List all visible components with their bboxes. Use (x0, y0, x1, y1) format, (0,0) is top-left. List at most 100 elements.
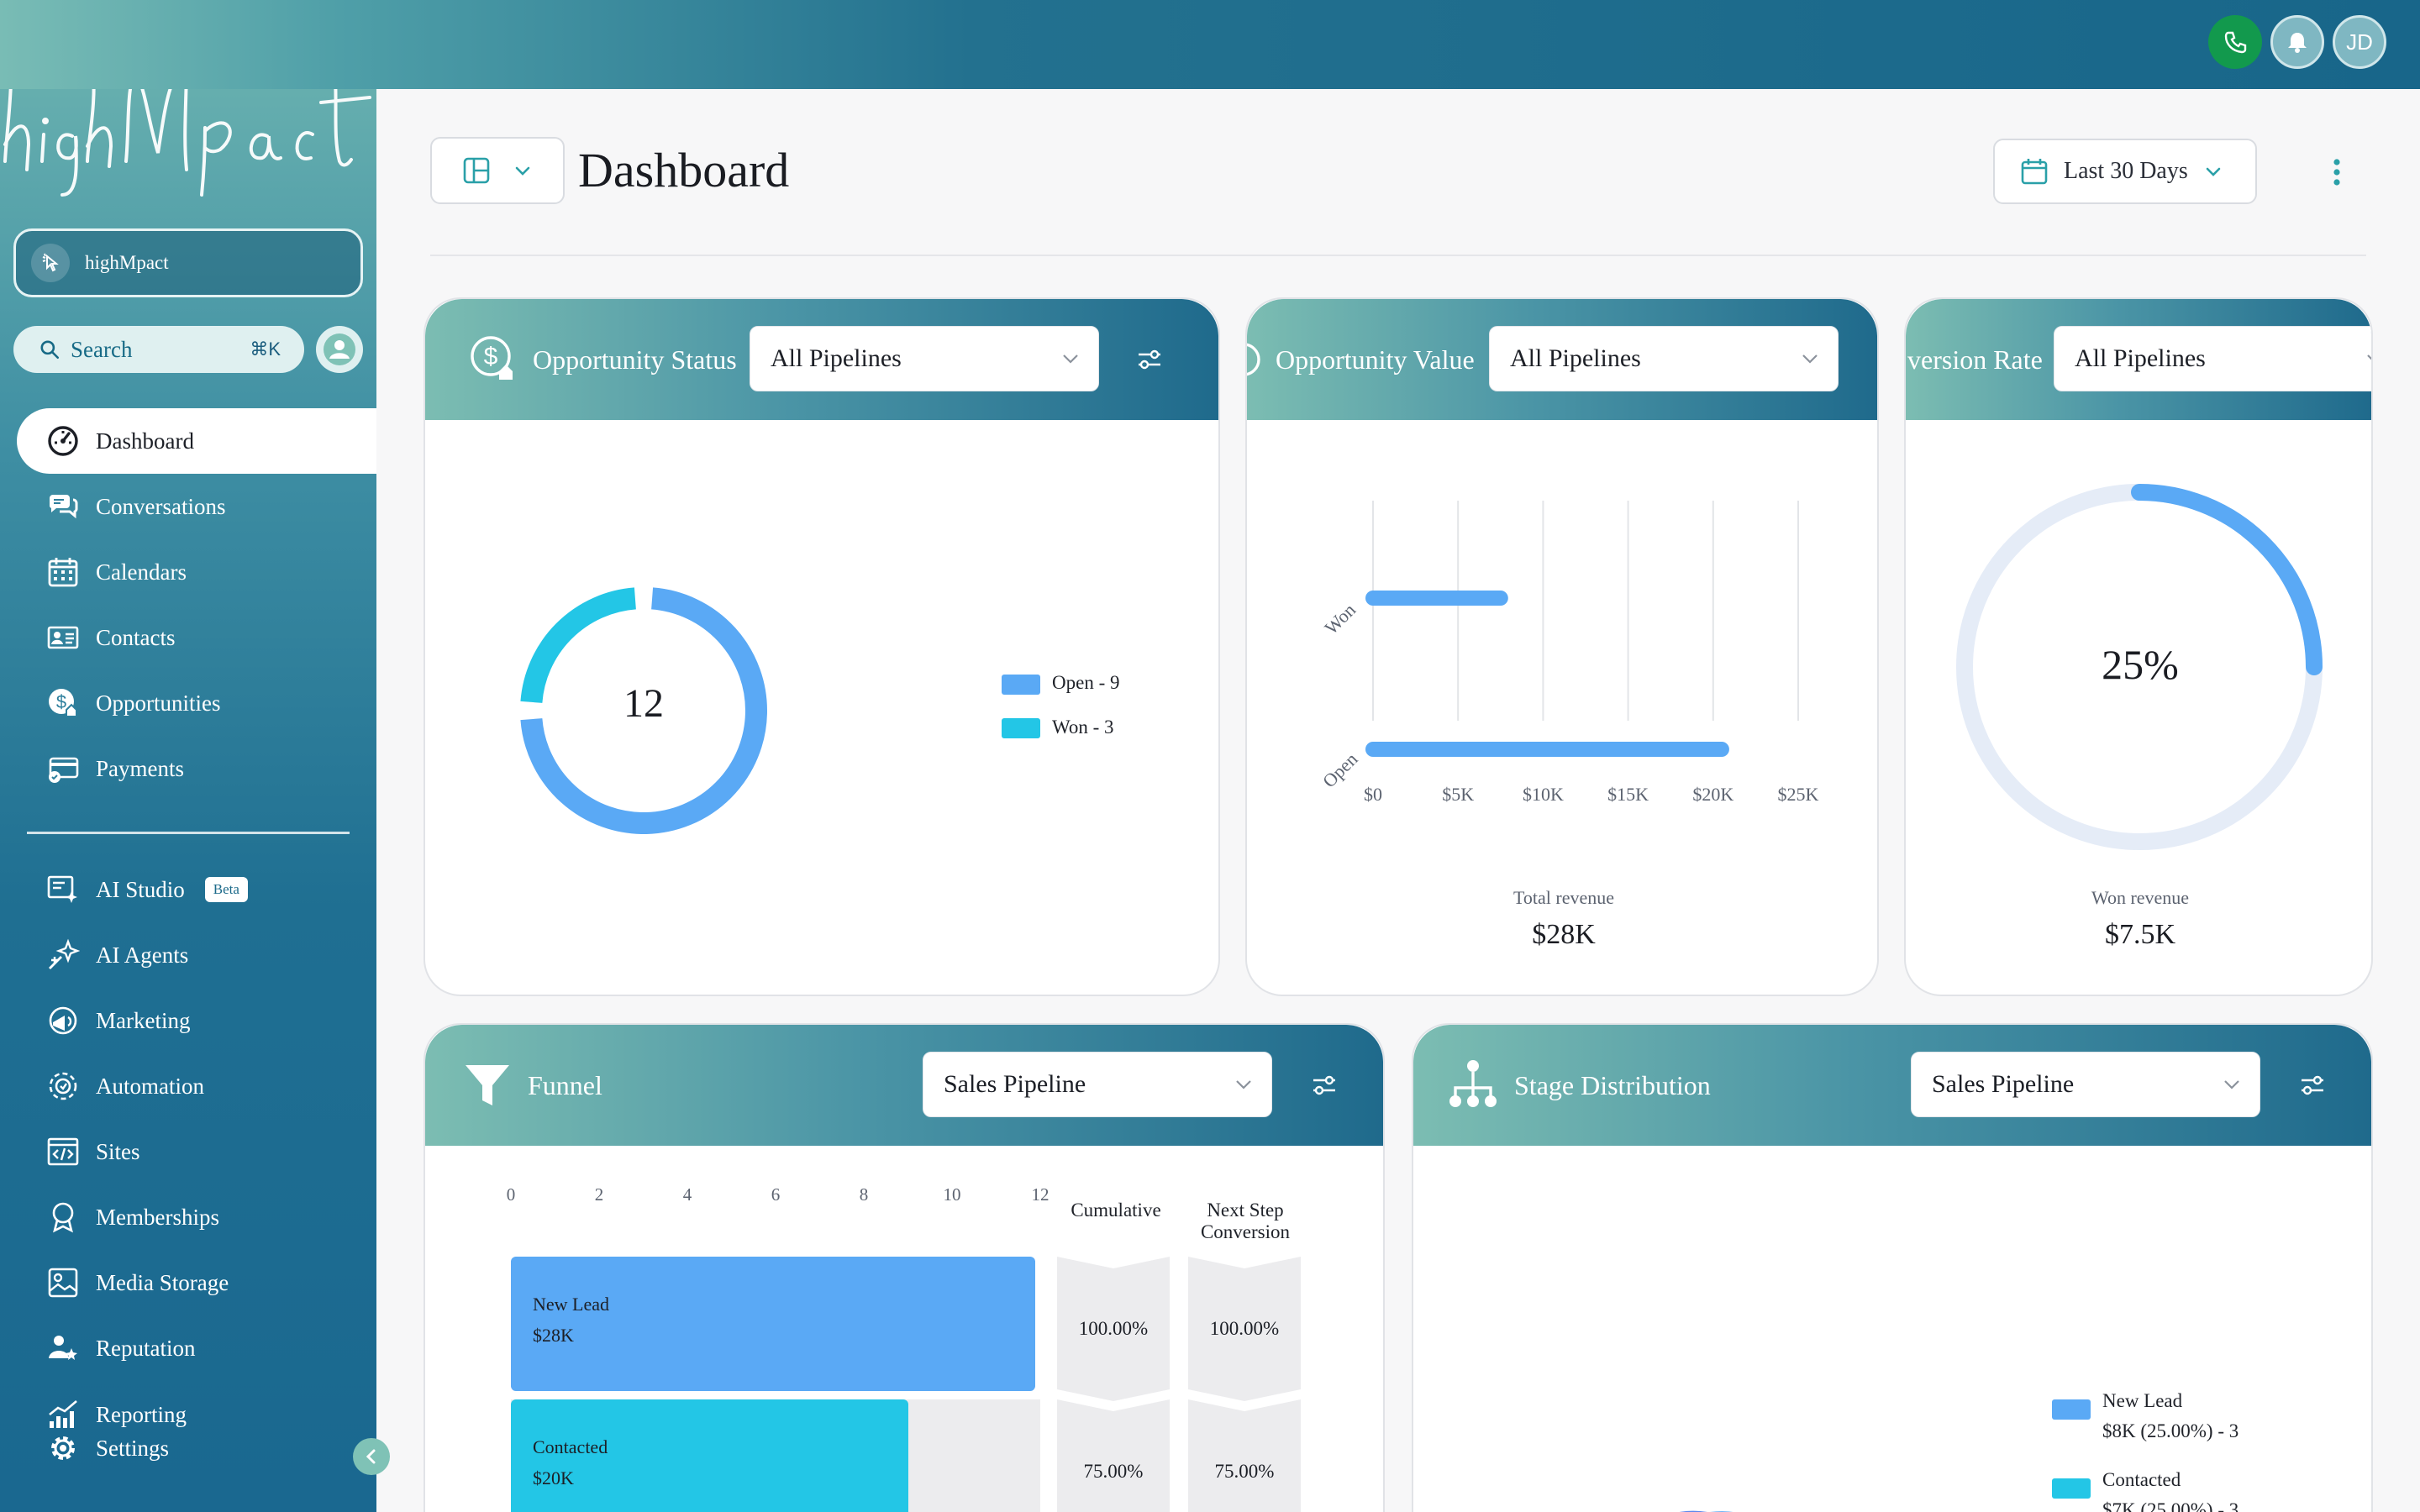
nav-label: Reporting (96, 1401, 187, 1427)
phone-icon (2224, 31, 2247, 54)
donut-total: 12 (623, 681, 664, 726)
next-step-header: Next Step Conversion (1186, 1200, 1304, 1243)
conversion-rate-card: version Rate All Pipelines 25% Won reven… (1904, 297, 2373, 996)
stage-value: $20K (533, 1467, 574, 1488)
contacts-icon (45, 620, 81, 655)
legend-item-contacted: Contacted $7K (25.00%) - 3 (2052, 1465, 2238, 1512)
funnel-axis-tick: 2 (594, 1184, 604, 1205)
nav-item-ai-studio[interactable]: AI Studio Beta (0, 857, 376, 922)
pipeline-select[interactable]: Sales Pipeline (1911, 1052, 2260, 1117)
stage-value: $28K (533, 1325, 574, 1346)
cumulative-cell: 75.00% (1057, 1399, 1170, 1512)
funnel-axis-tick: 10 (943, 1184, 961, 1205)
automation-icon (45, 1068, 81, 1104)
nav-label: Reputation (96, 1335, 196, 1361)
date-range-picker[interactable]: Last 30 Days (1993, 139, 2257, 204)
pipeline-select[interactable]: All Pipelines (1489, 326, 1839, 391)
nav-item-calendars[interactable]: Calendars (0, 539, 376, 605)
nav-item-payments[interactable]: Payments (0, 736, 376, 801)
chevron-down-icon (2224, 1080, 2239, 1089)
layout-switcher[interactable] (430, 137, 565, 204)
more-options-icon[interactable] (2324, 155, 2349, 189)
org-switcher[interactable]: highMpact (13, 228, 363, 297)
funnel-axis-tick: 4 (682, 1184, 692, 1205)
nav-label: Contacts (96, 624, 176, 650)
stage-distribution-card: Stage Distribution Sales Pipeline New Le… (1412, 1023, 2373, 1512)
nav-label: Calendars (96, 559, 187, 585)
nav-label: Settings (96, 1435, 170, 1461)
nav-item-memberships[interactable]: Memberships (0, 1184, 376, 1250)
dashboard-icon (45, 423, 81, 459)
nav-item-contacts[interactable]: Contacts (0, 605, 376, 670)
bell-icon (2288, 33, 2307, 53)
nav-item-marketing[interactable]: Marketing (0, 988, 376, 1053)
nav-label: Memberships (96, 1204, 219, 1230)
nav-item-dashboard[interactable]: Dashboard (17, 408, 376, 474)
pipeline-select[interactable]: Sales Pipeline (923, 1052, 1272, 1117)
cumulative-header: Cumulative (1071, 1200, 1161, 1221)
layout-icon (463, 157, 490, 184)
search-shortcut: ⌘K (250, 339, 281, 360)
total-revenue-value: $28K (1532, 919, 1596, 950)
profile-button[interactable] (316, 326, 363, 373)
won-revenue-value: $7.5K (2104, 919, 2176, 950)
y-tick-label: Open (1318, 748, 1361, 791)
funnel-axis-tick: 12 (1031, 1184, 1050, 1205)
card-title: Stage Distribution (1514, 1069, 1711, 1100)
nav-item-automation[interactable]: Automation (0, 1053, 376, 1119)
filter-icon[interactable] (1136, 346, 1163, 373)
media-icon (45, 1265, 81, 1300)
pointer-icon (31, 244, 70, 282)
opportunity-value-bar-chart: $0 $5K $10K $15K $20K $25K Won Open (1318, 501, 1819, 805)
x-tick-label: $10K (1523, 784, 1564, 805)
legend-item-new-lead: New Lead $8K (25.00%) - 3 (2052, 1386, 2238, 1446)
nav-item-ai-agents[interactable]: AI Agents (0, 922, 376, 988)
y-tick-label: Won (1320, 599, 1360, 638)
next-step-line1: Next Step (1207, 1200, 1284, 1221)
stage-name: Contacted (533, 1436, 608, 1457)
legend-swatch (2052, 1478, 2091, 1499)
payments-icon (45, 751, 81, 786)
nav-item-settings[interactable]: Settings (0, 1431, 376, 1465)
phone-button[interactable] (2208, 15, 2262, 69)
nav-item-reputation[interactable]: Reputation (0, 1315, 376, 1381)
pipeline-select[interactable]: All Pipelines (750, 326, 1099, 391)
filter-icon[interactable] (1311, 1072, 1338, 1099)
stage-name: New Lead (533, 1294, 610, 1315)
legend-item-won: Won - 3 (1002, 717, 1119, 739)
nav-item-sites[interactable]: Sites (0, 1119, 376, 1184)
nav-item-opportunities[interactable]: $ Opportunities (0, 670, 376, 736)
next-step-line2: Conversion (1200, 1221, 1291, 1242)
next-step-cell: 100.00% (1188, 1257, 1301, 1401)
notifications-button[interactable] (2270, 15, 2324, 69)
nav-item-media-storage[interactable]: Media Storage (0, 1250, 376, 1315)
nav-label: Opportunities (96, 690, 221, 716)
status-legend: Open - 9 Won - 3 (1002, 672, 1119, 739)
funnel-card: Funnel Sales Pipeline 0 2 4 6 8 10 12 Cumulati… (424, 1023, 1385, 1512)
dollar-icon: $ (45, 685, 81, 721)
chevron-down-icon (1236, 1080, 1251, 1089)
chevron-down-icon (1063, 354, 1078, 364)
reputation-icon (45, 1331, 81, 1366)
chevron-down-icon (1802, 354, 1818, 364)
funnel-bar-contacted[interactable]: Contacted $20K (511, 1399, 908, 1512)
x-tick-label: $20K (1692, 784, 1733, 805)
user-avatar[interactable]: JD (2333, 15, 2386, 69)
page-header: Dashboard Last 30 Days (430, 137, 2366, 256)
funnel-bar-new-lead[interactable]: New Lead $28K (511, 1257, 1035, 1391)
funnel-axis-tick: 0 (506, 1184, 516, 1205)
nav-label: Media Storage (96, 1269, 229, 1295)
chat-icon (45, 489, 81, 524)
nav-item-reporting[interactable]: Reporting (0, 1398, 376, 1431)
date-range-label: Last 30 Days (2064, 158, 2188, 184)
chevron-down-icon (2206, 167, 2221, 176)
legend-name: New Lead (2102, 1390, 2183, 1411)
collapse-sidebar-button[interactable] (353, 1438, 390, 1475)
card-title: Opportunity Value (1276, 344, 1475, 375)
search-button[interactable]: Search ⌘K (13, 326, 304, 373)
pipeline-select[interactable]: All Pipelines (2054, 326, 2371, 391)
legend-detail: $8K (25.00%) - 3 (2102, 1420, 2239, 1441)
filter-icon[interactable] (2299, 1072, 2326, 1099)
nav-item-conversations[interactable]: Conversations (0, 474, 376, 539)
opportunity-status-card: $ Opportunity Status All Pipelines 12 Op… (424, 297, 1220, 996)
